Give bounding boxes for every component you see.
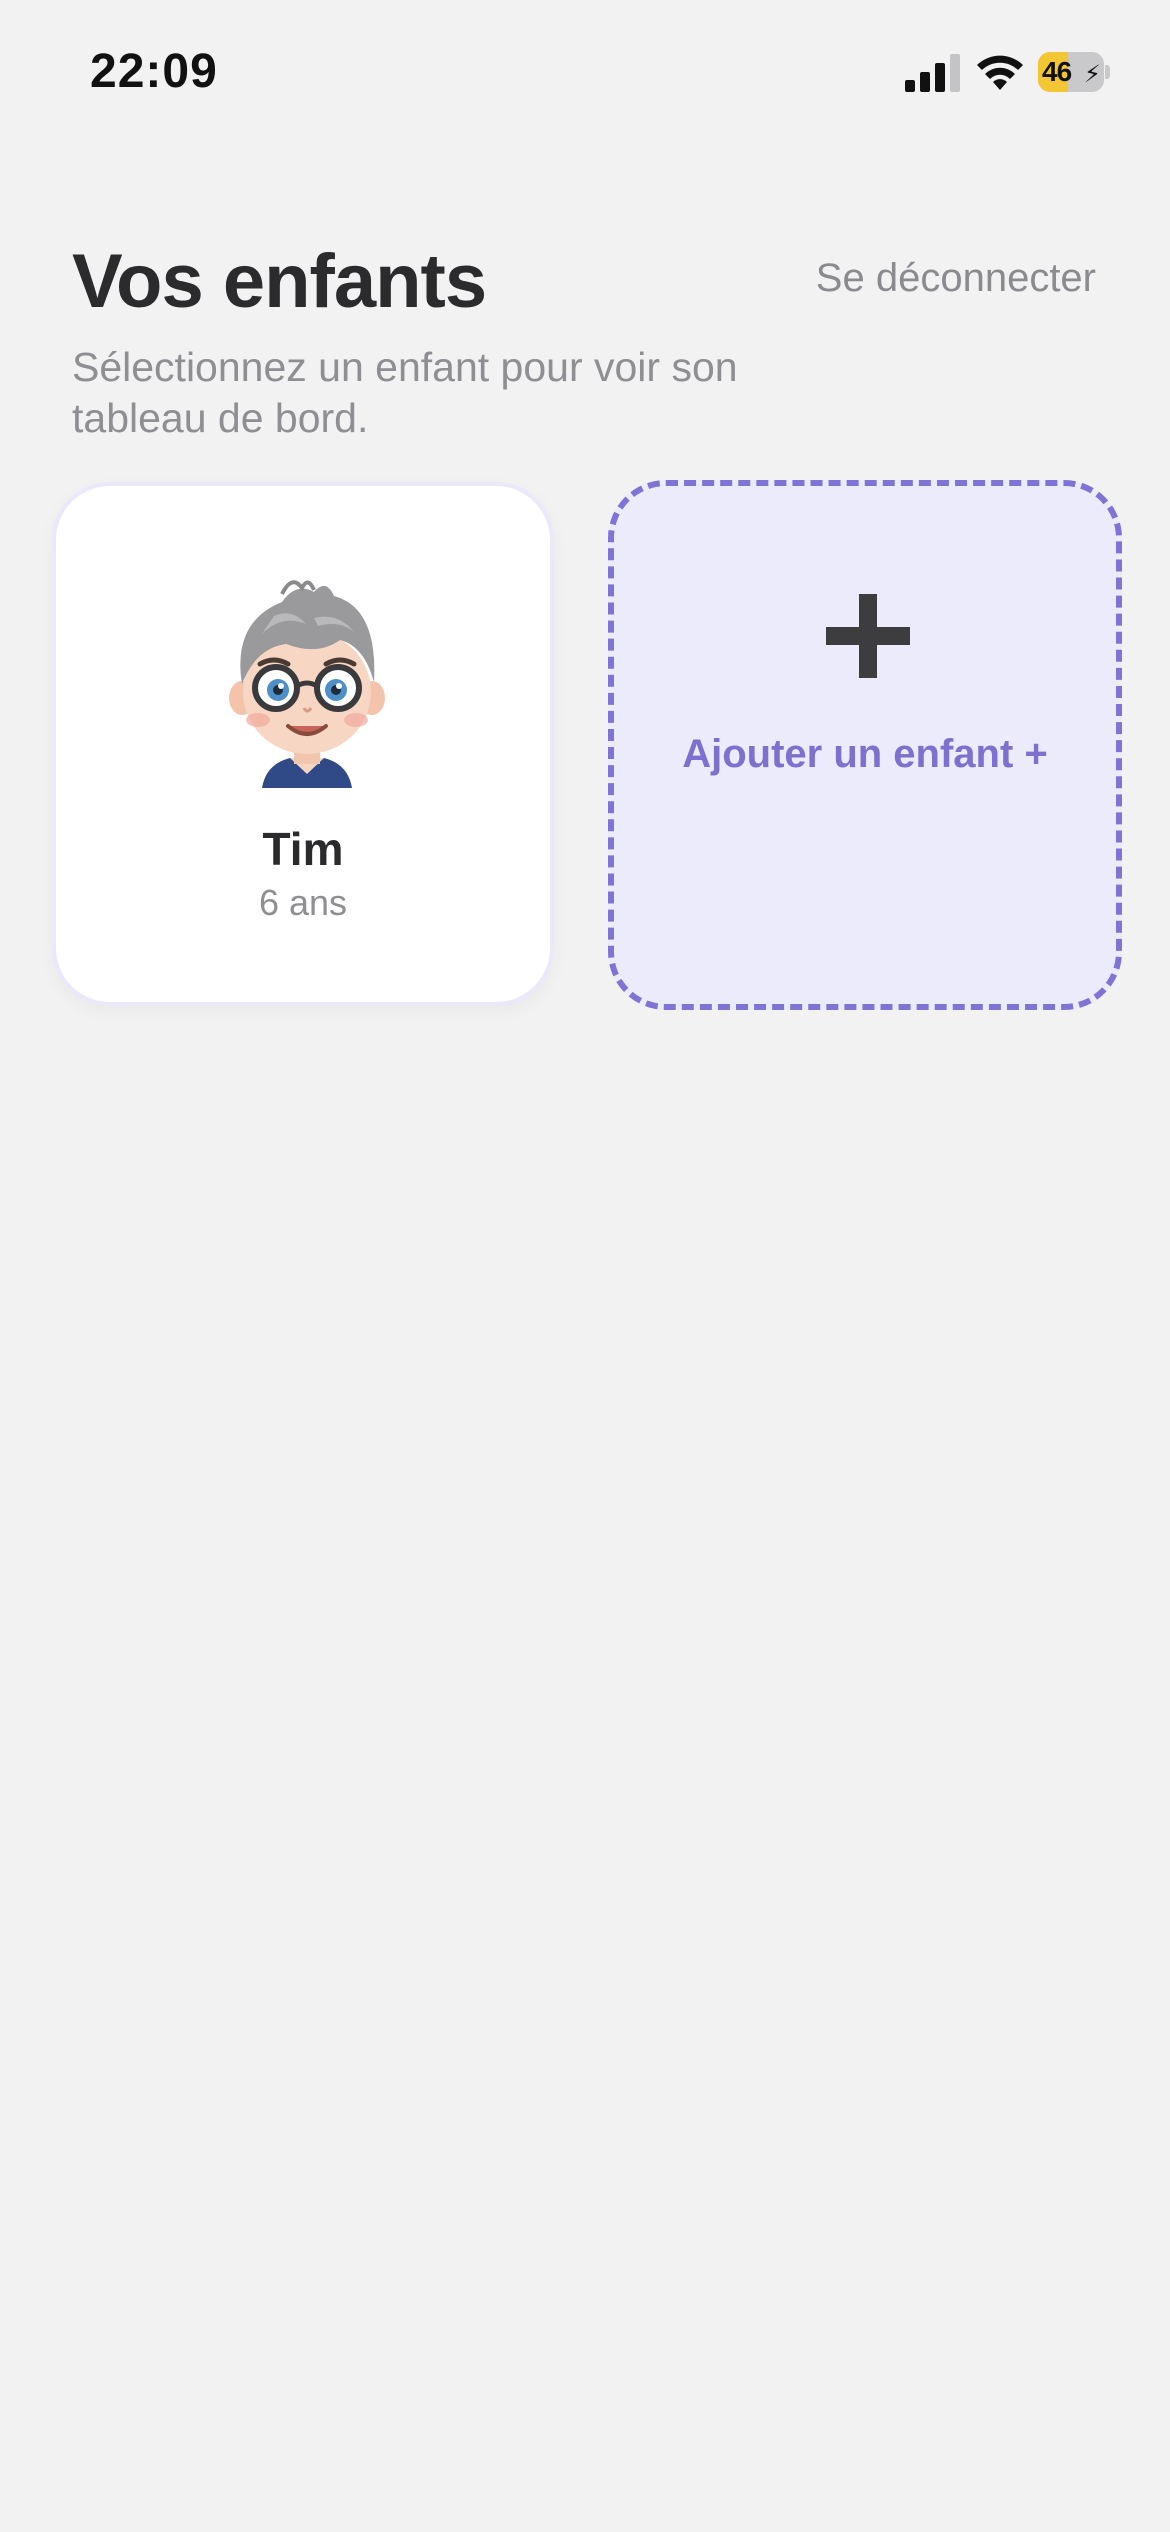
status-bar: 22:09 46 ⚡ <box>0 0 1170 140</box>
wifi-icon <box>977 55 1023 90</box>
child-card[interactable]: Tim 6 ans <box>52 482 554 1006</box>
screen: 22:09 46 ⚡ Vos enfants Se déconnecter Sé… <box>0 0 1170 2532</box>
child-name: Tim <box>262 823 344 875</box>
page-subtitle: Sélectionnez un enfant pour voir son tab… <box>72 344 738 441</box>
child-age: 6 ans <box>258 882 348 923</box>
add-child-label: Ajouter un enfant + <box>682 732 1048 776</box>
battery-level: 46 <box>1042 56 1072 87</box>
bolt-icon: ⚡ <box>1084 61 1101 88</box>
child-avatar-icon <box>229 580 385 788</box>
add-child-button[interactable]: Ajouter un enfant + <box>608 480 1122 1010</box>
cellular-signal-icon <box>905 54 960 92</box>
status-time: 22:09 <box>90 45 218 98</box>
logout-button[interactable]: Se déconnecter <box>816 256 1096 301</box>
plus-icon <box>826 594 910 678</box>
page-title: Vos enfants <box>72 239 487 324</box>
battery-charging-icon: 46 ⚡ <box>1038 52 1110 92</box>
